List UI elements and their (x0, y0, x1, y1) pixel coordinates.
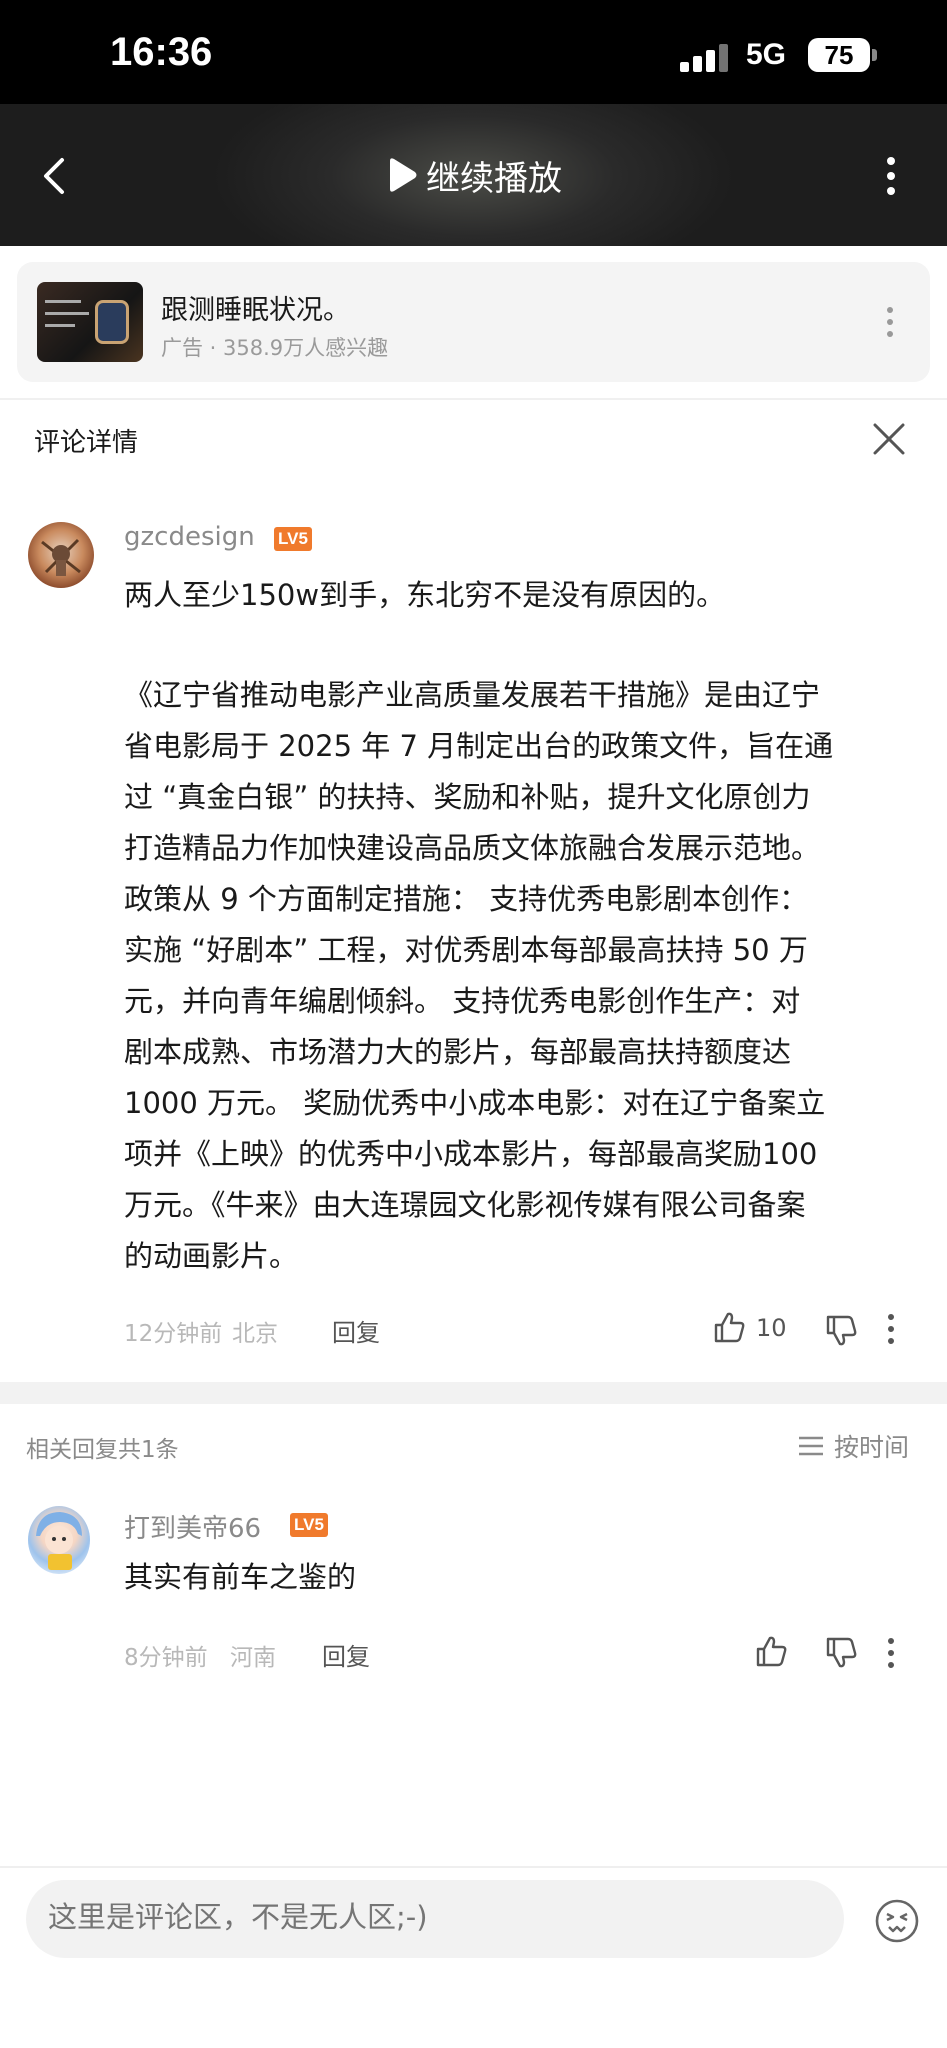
status-time: 16:36 (110, 30, 213, 74)
comment-line: 剧本成熟、市场潜力大的影片，每部最高扶持额度达 (124, 1035, 792, 1069)
comment-body: 《辽宁省推动电影产业高质量发展若干措施》是由辽宁 省电影局于 2025 年 7 … (124, 670, 924, 1282)
comment-line: 的动画影片。 (124, 1239, 299, 1273)
ad-subtitle: 广告 · 358.9万人感兴趣 (161, 336, 389, 360)
reply-thumbs-up-icon[interactable] (754, 1634, 788, 1668)
comment-line: 打造精品力作加快建设高品质文体旅融合发展示范地。 (124, 831, 821, 865)
emoji-icon[interactable] (874, 1898, 920, 1944)
sort-button[interactable]: 按时间 (798, 1428, 909, 1464)
comment-line: 省电影局于 2025 年 7 月制定出台的政策文件，旨在通 (124, 729, 834, 763)
ad-thumbnail (37, 282, 143, 362)
close-icon[interactable] (872, 422, 906, 456)
sort-icon (799, 1436, 823, 1456)
thumbs-up-icon[interactable] (712, 1310, 746, 1344)
continue-play-button[interactable]: 继续播放 (386, 152, 562, 199)
comment-location: 北京 (232, 1321, 278, 1347)
reply-reply-button[interactable]: 回复 (322, 1637, 370, 1672)
avatar[interactable] (28, 522, 94, 588)
nav-bar: 继续播放 (0, 104, 947, 246)
network-type: 5G (746, 38, 787, 71)
comment-line: 元，并向青年编剧倾斜。 支持优秀电影创作生产：对 (124, 984, 801, 1018)
reply-button[interactable]: 回复 (332, 1313, 380, 1348)
related-replies-count: 相关回复共1条 (26, 1437, 179, 1463)
level-badge: LV5 (274, 527, 312, 551)
divider (0, 398, 947, 400)
comment-time: 12分钟前 (124, 1321, 223, 1347)
reply-time: 8分钟前 (124, 1645, 208, 1671)
like-count: 10 (756, 1314, 787, 1342)
ad-card[interactable]: 跟测睡眠状况。 广告 · 358.9万人感兴趣 (17, 262, 930, 382)
comment-more-icon[interactable] (884, 1312, 898, 1346)
battery-icon: 75 (808, 38, 870, 72)
comment-line: 实施 “好剧本” 工程，对优秀剧本每部最高扶持 50 万 (124, 933, 808, 967)
comment-line: 项并《上映》的优秀中小成本影片，每部最高奖励100 (124, 1137, 818, 1171)
comment-detail-title: 评论详情 (34, 428, 139, 458)
thumbs-down-icon[interactable] (824, 1314, 858, 1348)
sort-label: 按时间 (834, 1433, 910, 1462)
play-icon (390, 158, 417, 192)
comment-line: 《辽宁省推动电影产业高质量发展若干措施》是由辽宁 (124, 678, 821, 712)
comment-line: 过 “真金白银” 的扶持、奖励和补贴，提升文化原创力 (124, 780, 811, 814)
comment-line: 万元。《牛来》由大连璟园文化影视传媒有限公司备案 (124, 1188, 806, 1222)
ad-more-icon[interactable] (885, 306, 895, 338)
signal-icon (680, 44, 728, 72)
comment-line: 1000 万元。 奖励优秀中小成本电影：对在辽宁备案立 (124, 1086, 826, 1120)
reply-level-badge: LV5 (290, 1513, 328, 1537)
reply-location: 河南 (230, 1645, 276, 1671)
status-bar: 16:36 5G 75 (0, 0, 947, 104)
reply-thumbs-down-icon[interactable] (824, 1636, 858, 1670)
comment-text-first-line: 两人至少150w到手，东北穷不是没有原因的。 (124, 578, 726, 612)
comment-line: 政策从 9 个方面制定措施： 支持优秀电影剧本创作： (124, 882, 809, 916)
section-gap (0, 1382, 947, 1404)
reply-avatar[interactable] (28, 1506, 90, 1574)
reply-text: 其实有前车之鉴的 (124, 1560, 357, 1594)
comment-username[interactable]: gzcdesign (124, 522, 255, 552)
divider (0, 1866, 947, 1868)
back-icon[interactable] (36, 154, 72, 198)
continue-play-label: 继续播放 (426, 158, 562, 199)
ad-title: 跟测睡眠状况。 (161, 295, 350, 326)
comment-input[interactable] (48, 1900, 808, 1934)
reply-more-icon[interactable] (884, 1636, 898, 1670)
reply-username[interactable]: 打到美帝66 (124, 1508, 261, 1545)
more-icon[interactable] (884, 156, 898, 196)
battery-tip (872, 49, 877, 61)
comment-input-container[interactable] (26, 1880, 844, 1958)
